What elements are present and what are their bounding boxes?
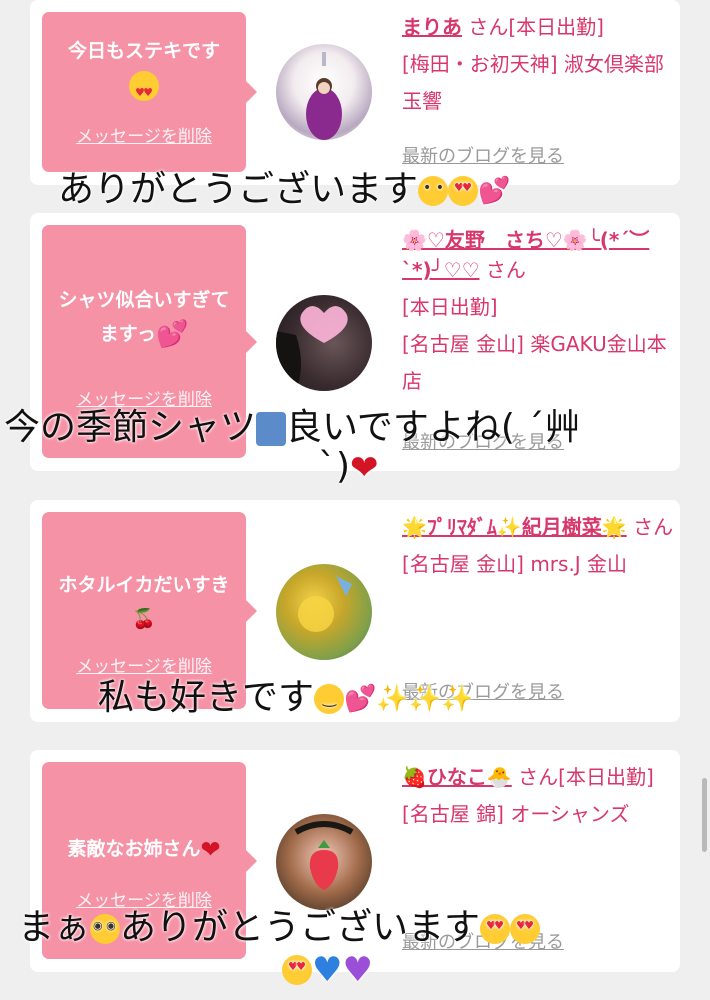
flushed-face-icon <box>90 914 121 944</box>
avatar-image <box>276 306 348 391</box>
avatar[interactable] <box>276 44 372 140</box>
caption-emojis: ♥ ♥ <box>282 948 373 990</box>
caption-text: まぁありがとうございます <box>18 898 541 950</box>
heart-eyes-emoji-icon <box>448 176 479 206</box>
avatar-image <box>294 821 354 890</box>
cast-name-link[interactable]: まりあ <box>402 15 462 39</box>
heart-eyes-emoji-icon <box>480 914 511 944</box>
cast-name-row: 🍓ひなこ🐣 さん[本日出勤] <box>402 762 674 792</box>
shop-name: [名古屋 金山] 楽GAKU金山本店 <box>402 332 667 393</box>
heart-eyes-emoji-icon <box>510 914 541 944</box>
delete-message-link[interactable]: メッセージを削除 <box>42 122 246 147</box>
caption-text: 私も好きです💕✨✨✨ <box>98 668 474 720</box>
blue-heart-icon: ♥ <box>312 950 343 990</box>
cast-name-row: 🌸♡友野 さち♡🌸╰(*´︶`*)╯♡♡ さん <box>402 225 674 285</box>
cast-name-row: 🌟ﾌﾟﾘﾏﾀﾞﾑ✨紀月樹菜🌟 さん <box>402 512 674 542</box>
message-card: 今日もステキです メッセージを削除 まりあ さん[本日出勤] [梅田・お初天神]… <box>30 0 680 185</box>
message-text: シャツ似合いすぎてますっ💕 <box>58 289 230 350</box>
red-heart-icon: ❤ <box>350 448 379 488</box>
shop-name: [名古屋 錦] オーシャンズ <box>402 802 630 826</box>
avatar[interactable] <box>276 295 372 391</box>
heart-eyes-emoji-icon <box>282 955 312 985</box>
red-heart-icon: ❤ <box>200 835 221 864</box>
cast-name-suffix: さん <box>633 515 674 539</box>
cast-name-row: まりあ さん[本日出勤] <box>402 12 674 42</box>
work-status: [本日出勤] <box>402 295 498 319</box>
cast-info: まりあ さん[本日出勤] [梅田・お初天神] 淑女倶楽部 玉響 <box>402 12 674 120</box>
pleading-face-icon <box>418 176 449 206</box>
scrollbar[interactable] <box>702 778 707 852</box>
message-bubble: 今日もステキです メッセージを削除 <box>42 12 257 172</box>
message-text: ホタルイカだいすき🍒 <box>58 574 230 630</box>
avatar-image <box>298 576 352 632</box>
heart-eyes-emoji-icon <box>129 70 159 110</box>
cast-name-suffix: さん[本日出勤] <box>468 15 604 39</box>
cast-name-suffix: さん[本日出勤] <box>518 765 654 789</box>
caption-text: ありがとうございます💕 <box>58 160 510 212</box>
avatar-image <box>306 52 342 140</box>
cast-name-link[interactable]: 🍓ひなこ🐣 <box>402 765 512 789</box>
smiling-face-icon <box>314 684 345 714</box>
cherry-icon: 🍒 <box>132 608 156 630</box>
two-hearts-icon: 💕 <box>344 684 377 714</box>
sparkles-icon: ✨✨✨ <box>376 684 474 714</box>
two-hearts-icon: 💕 <box>478 176 511 206</box>
purple-heart-icon: ♥ <box>342 950 373 990</box>
caption-text: `)❤ <box>318 446 379 488</box>
cast-info: 🌟ﾌﾟﾘﾏﾀﾞﾑ✨紀月樹菜🌟 さん [名古屋 金山] mrs.J 金山 <box>402 512 674 583</box>
shop-name: [名古屋 金山] mrs.J 金山 <box>402 552 628 576</box>
message-text: 今日もステキです <box>50 34 238 110</box>
shop-name: [梅田・お初天神] 淑女倶楽部 玉響 <box>402 52 664 113</box>
cast-name-suffix: さん <box>485 258 526 282</box>
message-text: 素敵なお姉さん❤ <box>67 835 221 864</box>
caption-text: 今の季節シャツ 良いですよね( ´艸 <box>4 407 581 448</box>
avatar[interactable] <box>276 814 372 910</box>
avatar[interactable] <box>276 564 372 660</box>
cast-name-link[interactable]: 🌟ﾌﾟﾘﾏﾀﾞﾑ✨紀月樹菜🌟 <box>402 515 627 539</box>
sparkling-heart-icon: 💕 <box>155 319 189 350</box>
cast-info: 🌸♡友野 さち♡🌸╰(*´︶`*)╯♡♡ さん [本日出勤] [名古屋 金山] … <box>402 225 674 400</box>
cast-info: 🍓ひなこ🐣 さん[本日出勤] [名古屋 錦] オーシャンズ <box>402 762 674 833</box>
shirt-icon <box>256 412 287 446</box>
